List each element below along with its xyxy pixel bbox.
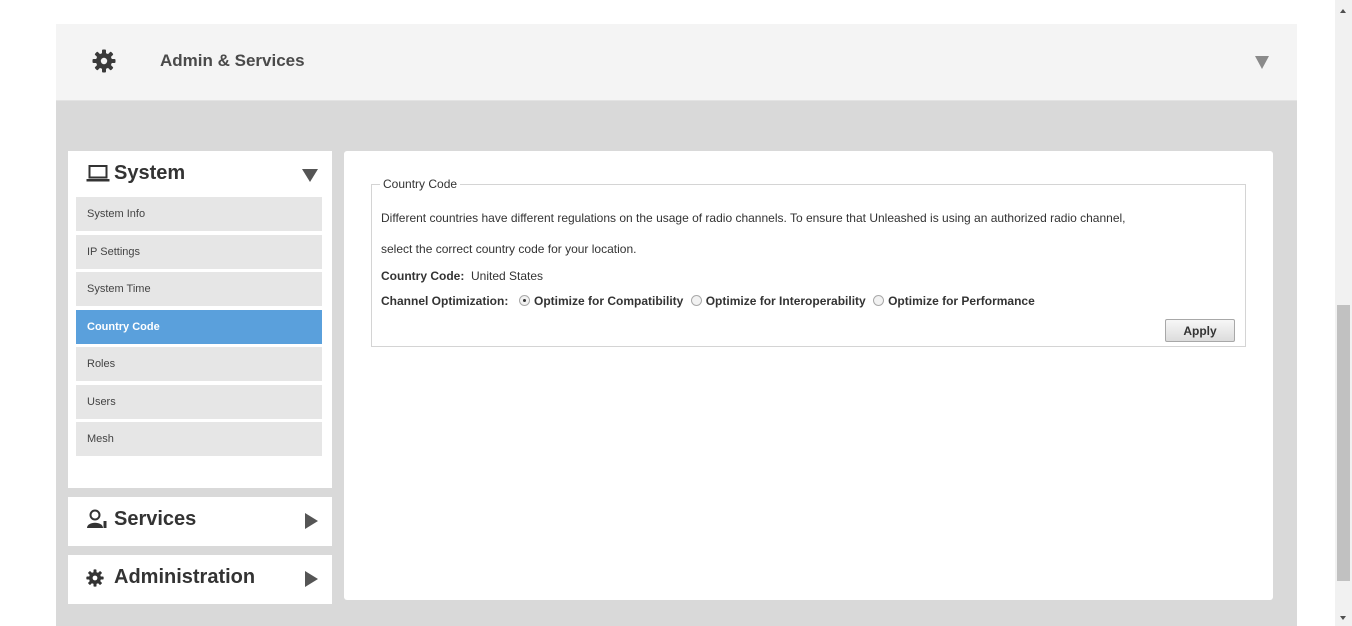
country-code-value: United States xyxy=(471,269,544,283)
option-interoperability-label[interactable]: Optimize for Interoperability xyxy=(706,294,866,308)
nav-header-label: Administration xyxy=(114,566,256,588)
scrollbar-thumb[interactable] xyxy=(1337,305,1350,581)
nav-header-administration[interactable]: Administration xyxy=(68,555,332,601)
gear-icon xyxy=(86,569,104,592)
option-performance-label[interactable]: Optimize for Performance xyxy=(888,294,1035,308)
country-code-fieldset: Country Code Different countries have di… xyxy=(371,177,1246,347)
collapse-triangle-icon[interactable] xyxy=(1255,56,1269,69)
channel-optimization-label: Channel Optimization: xyxy=(381,294,509,308)
nav-section-administration[interactable]: Administration xyxy=(68,555,332,604)
panel-header[interactable]: Admin & Services xyxy=(56,24,1297,101)
gear-icon xyxy=(92,49,116,73)
page-title: Admin & Services xyxy=(160,51,305,70)
expand-right-icon xyxy=(305,513,318,529)
nav-section-services[interactable]: Services xyxy=(68,497,332,546)
radio-performance[interactable] xyxy=(873,295,885,306)
nav-header-label: System xyxy=(114,162,186,184)
admin-services-panel: Admin & Services System System Info IP S… xyxy=(56,24,1297,626)
sidebar-item-ip-settings[interactable]: IP Settings xyxy=(76,235,322,269)
expand-down-icon xyxy=(302,169,318,182)
channel-optimization-row: Channel Optimization: Optimize for Compa… xyxy=(381,294,1035,308)
apply-button[interactable]: Apply xyxy=(1165,319,1235,342)
sidebar-item-roles[interactable]: Roles xyxy=(76,347,322,381)
country-code-label: Country Code: xyxy=(381,269,465,283)
nav-section-system: System System Info IP Settings System Ti… xyxy=(68,151,332,488)
content-panel: Country Code Different countries have di… xyxy=(344,151,1273,600)
option-compatibility-label[interactable]: Optimize for Compatibility xyxy=(534,294,683,308)
sidebar-item-system-time[interactable]: System Time xyxy=(76,272,322,306)
page-scrollbar[interactable] xyxy=(1335,0,1352,626)
sidebar-item-mesh[interactable]: Mesh xyxy=(76,422,322,456)
sidebar-item-system-info[interactable]: System Info xyxy=(76,197,322,231)
scroll-up-arrow-icon[interactable] xyxy=(1340,9,1346,13)
description-line-1: Different countries have different regul… xyxy=(381,211,1126,225)
sidebar-item-country-code[interactable]: Country Code xyxy=(76,310,322,344)
services-user-icon xyxy=(86,509,108,534)
description-line-2: select the correct country code for your… xyxy=(381,242,637,256)
nav-header-label: Services xyxy=(114,508,197,530)
scroll-down-arrow-icon[interactable] xyxy=(1340,616,1346,620)
fieldset-legend: Country Code xyxy=(383,177,458,191)
country-code-row: Country Code: United States xyxy=(381,269,543,283)
nav-header-system[interactable]: System xyxy=(68,151,332,197)
radio-compatibility[interactable] xyxy=(519,295,531,306)
sidebar-item-users[interactable]: Users xyxy=(76,385,322,419)
nav-header-services[interactable]: Services xyxy=(68,497,332,543)
expand-right-icon xyxy=(305,571,318,587)
laptop-icon xyxy=(86,165,110,188)
radio-interoperability[interactable] xyxy=(690,295,702,306)
